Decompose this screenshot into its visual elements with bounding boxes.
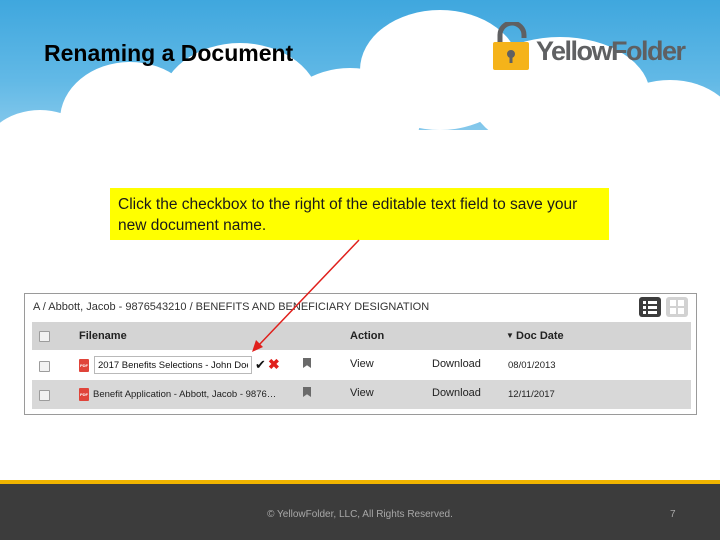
list-view-icon[interactable] bbox=[639, 297, 661, 317]
row-checkbox[interactable] bbox=[39, 361, 50, 372]
table-header: Filename Action ▼ Doc Date bbox=[32, 322, 691, 350]
copyright-text: © YellowFolder, LLC, All Rights Reserved… bbox=[267, 509, 453, 520]
checkmark-icon[interactable]: ✔ bbox=[255, 357, 266, 373]
yellowfolder-logo: YellowFolder bbox=[492, 22, 697, 74]
view-link[interactable]: View bbox=[350, 387, 374, 399]
bookmark-icon[interactable] bbox=[303, 387, 311, 397]
padlock-icon bbox=[493, 22, 529, 70]
document-panel: A / Abbott, Jacob - 9876543210 / BENEFIT… bbox=[24, 293, 697, 415]
slide-footer: © YellowFolder, LLC, All Rights Reserved… bbox=[0, 484, 720, 540]
bookmark-icon[interactable] bbox=[303, 358, 311, 368]
download-link[interactable]: Download bbox=[432, 387, 481, 399]
logo-text: YellowFolder bbox=[536, 36, 686, 66]
pdf-icon: PDF bbox=[79, 388, 89, 401]
x-icon[interactable]: ✖ bbox=[268, 356, 280, 373]
grid-view-icon[interactable] bbox=[666, 297, 688, 317]
view-link[interactable]: View bbox=[350, 358, 374, 370]
doc-date: 08/01/2013 bbox=[508, 360, 556, 371]
pdf-icon: PDF bbox=[79, 359, 89, 372]
table-row: PDF Benefit Application - Abbott, Jacob … bbox=[32, 380, 691, 409]
download-link[interactable]: Download bbox=[432, 358, 481, 370]
filename-column-header[interactable]: Filename bbox=[79, 330, 127, 342]
action-column-header: Action bbox=[350, 330, 385, 342]
doc-date: 12/11/2017 bbox=[508, 389, 555, 400]
table-row: PDF ✔ ✖ View Download 08/01/2013 bbox=[32, 351, 691, 380]
slide-title: Renaming a Document bbox=[44, 40, 294, 66]
instruction-callout: Click the checkbox to the right of the e… bbox=[110, 188, 609, 240]
rename-filename-input[interactable] bbox=[94, 356, 252, 374]
doc-date-column-header[interactable]: Doc Date bbox=[516, 330, 564, 342]
row-checkbox[interactable] bbox=[39, 390, 50, 401]
select-all-checkbox[interactable] bbox=[39, 331, 50, 342]
sort-descending-icon[interactable]: ▼ bbox=[506, 331, 514, 340]
breadcrumb: A / Abbott, Jacob - 9876543210 / BENEFIT… bbox=[33, 301, 430, 313]
filename-link[interactable]: Benefit Application - Abbott, Jacob - 98… bbox=[93, 389, 276, 400]
page-number: 7 bbox=[670, 509, 676, 520]
